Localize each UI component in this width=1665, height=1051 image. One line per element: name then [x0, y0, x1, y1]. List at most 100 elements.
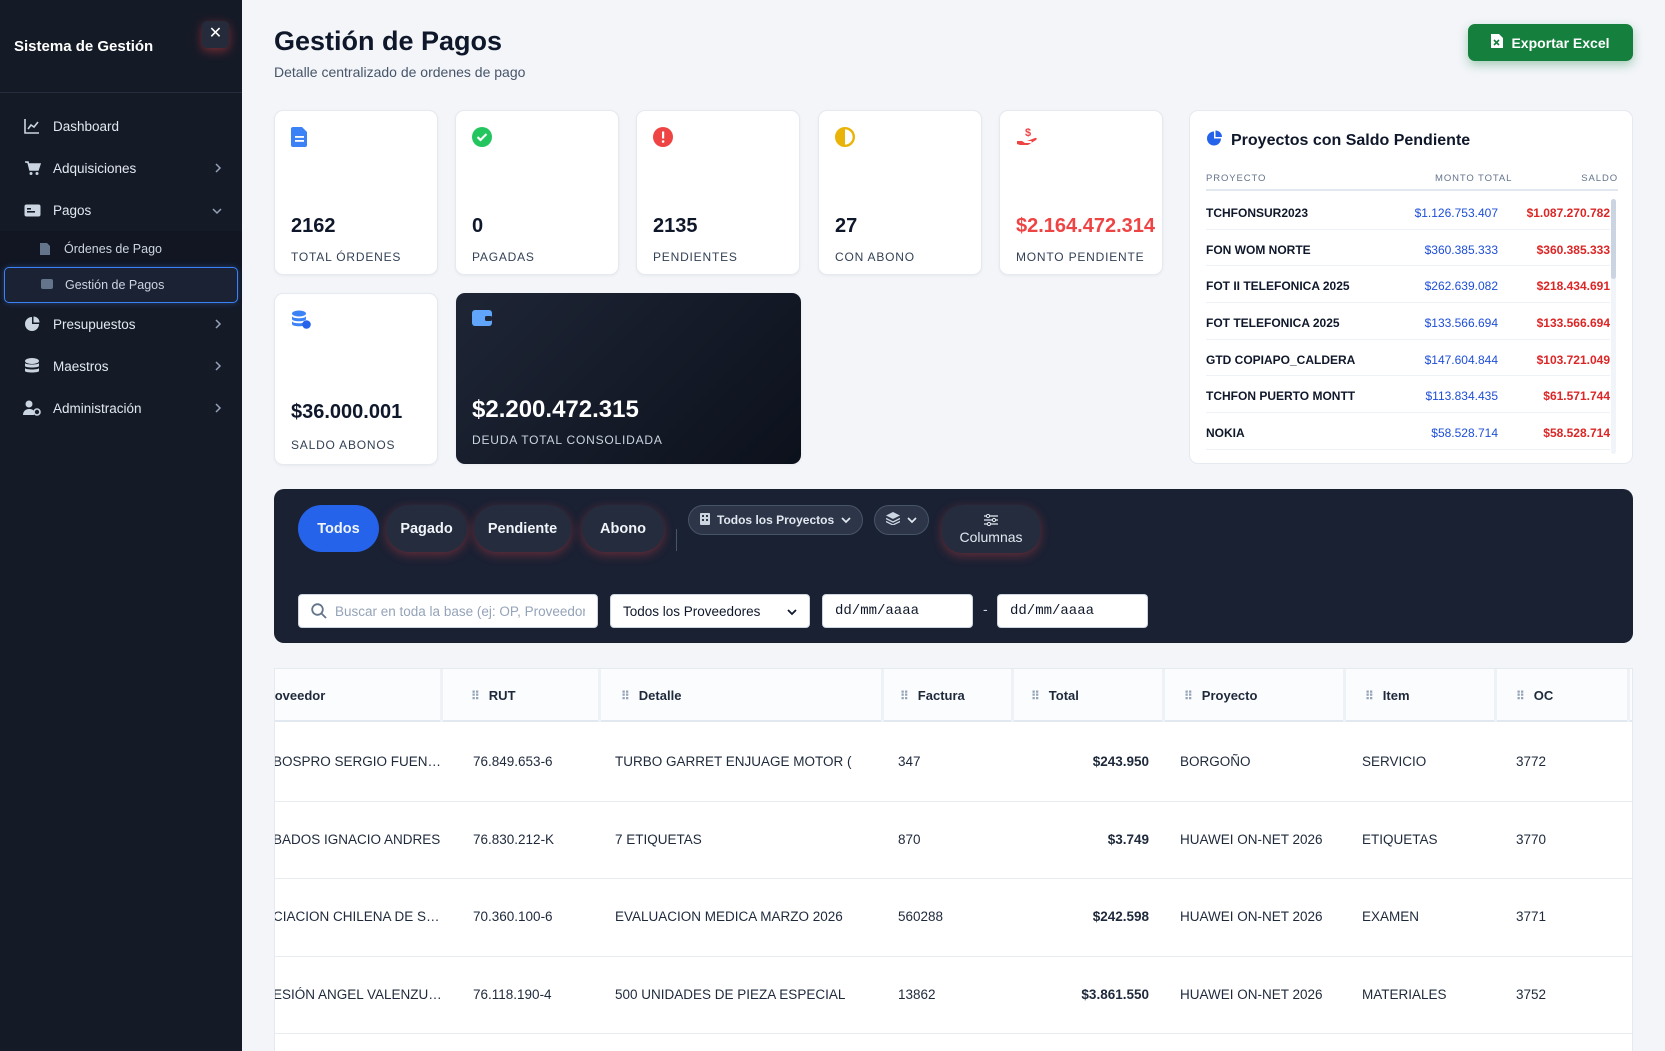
- drag-handle-icon[interactable]: ⠿: [621, 689, 630, 703]
- column-header-proveedor[interactable]: Proveedor: [274, 669, 443, 722]
- file-icon: [40, 243, 52, 255]
- sidebar-item-presupuestos[interactable]: Presupuestos: [0, 303, 242, 345]
- project-saldo: $360.385.333: [1536, 242, 1610, 257]
- cell-item: MATERIALES: [1362, 986, 1447, 1002]
- cell-rut: 76.830.212-K: [473, 831, 555, 847]
- column-header-rut[interactable]: ⠿ RUT: [457, 669, 601, 722]
- column-header-label: OC: [1533, 688, 1554, 703]
- project-row[interactable]: GTD COPIAPO_CALDERA $147.604.844 $103.721.…: [1206, 340, 1610, 377]
- cell-factura: 347: [898, 754, 921, 769]
- drag-handle-icon[interactable]: ⠿: [1516, 689, 1525, 703]
- table-row[interactable]: ESIÓN ANGEL VALENZUELA 76.118.190-4 500 …: [275, 957, 1632, 1034]
- layers-icon: [885, 512, 901, 528]
- column-header-oc[interactable]: ⠿ OC: [1497, 669, 1630, 722]
- sidebar-item-label: Dashboard: [53, 118, 120, 134]
- project-row[interactable]: TCHFON PUERTO MONTT $113.834.435 $61.571.7…: [1206, 376, 1610, 414]
- cell-proveedor: BOSPRO SERGIO FUENTES: [274, 754, 443, 769]
- sidebar-item-adquisiciones[interactable]: Adquisiciones: [0, 147, 242, 189]
- stat-label: CON ABONO: [835, 250, 915, 264]
- alert-circle-icon: [653, 127, 673, 147]
- tab-abono[interactable]: Abono: [582, 505, 664, 552]
- projects-scrollbar[interactable]: [1611, 199, 1616, 454]
- scrollbar-thumb[interactable]: [1611, 199, 1616, 279]
- cell-item: SERVICIO: [1362, 754, 1427, 769]
- project-row[interactable]: NOKIA $58.528.714 $58.528.714: [1206, 413, 1610, 450]
- drag-handle-icon[interactable]: ⠿: [1365, 689, 1374, 703]
- column-header-label: Factura: [917, 688, 965, 703]
- drag-handle-icon[interactable]: ⠿: [1031, 689, 1040, 703]
- filter-bar: Todos Pagado Pendiente Abono Todos los P…: [274, 489, 1633, 643]
- column-header-factura[interactable]: ⠿ Factura: [884, 669, 1014, 722]
- stat-value: $2.164.472.314: [1016, 215, 1156, 237]
- project-name: GTD COPIAPO_CALDERA: [1206, 352, 1356, 367]
- page-subtitle: Detalle centralizado de ordenes de pago: [274, 64, 526, 80]
- provider-select[interactable]: Todos los Proveedores: [610, 594, 810, 628]
- table-row[interactable]: BADOS IGNACIO ANDRES 76.830.212-K 7 ETIQ…: [275, 802, 1632, 879]
- table-row[interactable]: BOSPRO SERGIO FUENTES 76.849.653-6 TURBO…: [274, 724, 1632, 802]
- cell-factura: 560288: [898, 909, 944, 924]
- tab-pendiente[interactable]: Pendiente: [474, 505, 571, 552]
- stat-card-pendientes: 2135 PENDIENTES: [636, 110, 800, 275]
- card-small-icon: [41, 279, 53, 291]
- tab-todos[interactable]: Todos: [298, 505, 379, 552]
- projects-dropdown[interactable]: Todos los Proyectos: [688, 505, 864, 535]
- project-row[interactable]: FOT II TELEFONICA 2025 $262.639.082 $218.4…: [1206, 266, 1610, 304]
- project-monto: $262.639.082: [1424, 279, 1498, 294]
- sidebar-item-pagos[interactable]: Pagos: [0, 189, 242, 231]
- drag-handle-icon[interactable]: ⠿: [1184, 689, 1193, 703]
- drag-handle-icon[interactable]: ⠿: [471, 689, 480, 703]
- wallet-icon: [472, 309, 492, 329]
- column-header-proyecto[interactable]: ⠿ Proyecto: [1165, 669, 1346, 722]
- cell-proyecto: HUAWEI ON-NET 2026: [1180, 986, 1323, 1002]
- cell-rut: 76.118.190-4: [473, 986, 552, 1002]
- column-header-item[interactable]: ⠿ Item: [1346, 669, 1497, 722]
- provider-select-value: Todos los Proveedores: [623, 603, 761, 619]
- export-excel-button[interactable]: Exportar Excel: [1468, 24, 1633, 61]
- chevron-down-icon: [787, 604, 797, 619]
- filter-divider: [676, 529, 677, 551]
- date-from-input[interactable]: dd/mm/aaaa: [822, 594, 973, 628]
- sidebar-item-maestros[interactable]: Maestros: [0, 345, 242, 387]
- tab-pagado[interactable]: Pagado: [386, 505, 467, 552]
- search-input[interactable]: Buscar en toda la base (ej: OP, Proveedo…: [298, 594, 598, 628]
- cell-proyecto: HUAWEI ON-NET 2026: [1180, 909, 1323, 924]
- project-row[interactable]: FOT TELEFONICA 2025 $133.566.694 $133.566.…: [1206, 303, 1610, 340]
- project-saldo: $61.571.744: [1543, 389, 1610, 404]
- columns-button[interactable]: Columnas: [942, 505, 1040, 553]
- date-to-input[interactable]: dd/mm/aaaa: [997, 594, 1148, 628]
- chevron-down-icon: [907, 513, 917, 527]
- stat-value: $36.000.001: [291, 401, 403, 423]
- stat-card-saldo-abonos: $36.000.001 SALDO ABONOS: [274, 293, 438, 465]
- column-header-label: Proveedor: [274, 688, 326, 703]
- table-header: Proveedor ⠿RUT ⠿Detalle ⠿Factura ⠿Total …: [274, 669, 1632, 722]
- layers-dropdown[interactable]: [874, 505, 929, 535]
- drag-handle-icon[interactable]: ⠿: [900, 689, 909, 703]
- project-monto: $133.566.694: [1424, 316, 1498, 331]
- check-circle-icon: [472, 127, 492, 147]
- stat-label: DEUDA TOTAL CONSOLIDADA: [472, 433, 663, 447]
- cell-proyecto: HUAWEI ON-NET 2026: [1180, 831, 1323, 847]
- project-name: FOT TELEFONICA 2025: [1206, 316, 1340, 331]
- svg-text:$: $: [1025, 127, 1031, 139]
- project-row[interactable]: TCHFONSUR2023 $1.126.753.407 $1.087.270.78…: [1206, 193, 1610, 230]
- search-icon: [311, 603, 327, 619]
- sidebar-item-gestion-de-pagos[interactable]: Gestión de Pagos: [4, 267, 238, 303]
- sidebar-item-ordenes-de-pago[interactable]: Órdenes de Pago: [0, 231, 242, 267]
- column-header-total[interactable]: ⠿ Total: [1014, 669, 1165, 722]
- stat-label: PENDIENTES: [653, 250, 738, 264]
- sliders-icon: [984, 513, 998, 529]
- project-row[interactable]: FON WOM NORTE $360.385.333 $360.385.333: [1206, 230, 1610, 267]
- cell-oc: 3752: [1516, 986, 1547, 1002]
- cell-total: $3.749: [1107, 831, 1149, 847]
- search-placeholder: Buscar en toda la base (ej: OP, Proveedo…: [335, 603, 585, 619]
- table-row[interactable]: CIACION CHILENA DE SEGURIDAD 70.360.100-…: [275, 879, 1632, 957]
- column-header-detalle[interactable]: ⠿ Detalle: [601, 669, 884, 722]
- cell-rut: 76.849.653-6: [473, 754, 553, 769]
- page-title: Gestión de Pagos: [274, 26, 503, 56]
- sidebar-item-administracion[interactable]: Administración: [0, 387, 242, 429]
- project-name: FON WOM NORTE: [1206, 242, 1311, 257]
- sidebar-item-dashboard[interactable]: Dashboard: [0, 105, 242, 147]
- cell-total: $3.861.550: [1081, 986, 1149, 1002]
- close-sidebar-button[interactable]: ✕: [202, 21, 229, 48]
- project-saldo: $103.721.049: [1536, 352, 1610, 367]
